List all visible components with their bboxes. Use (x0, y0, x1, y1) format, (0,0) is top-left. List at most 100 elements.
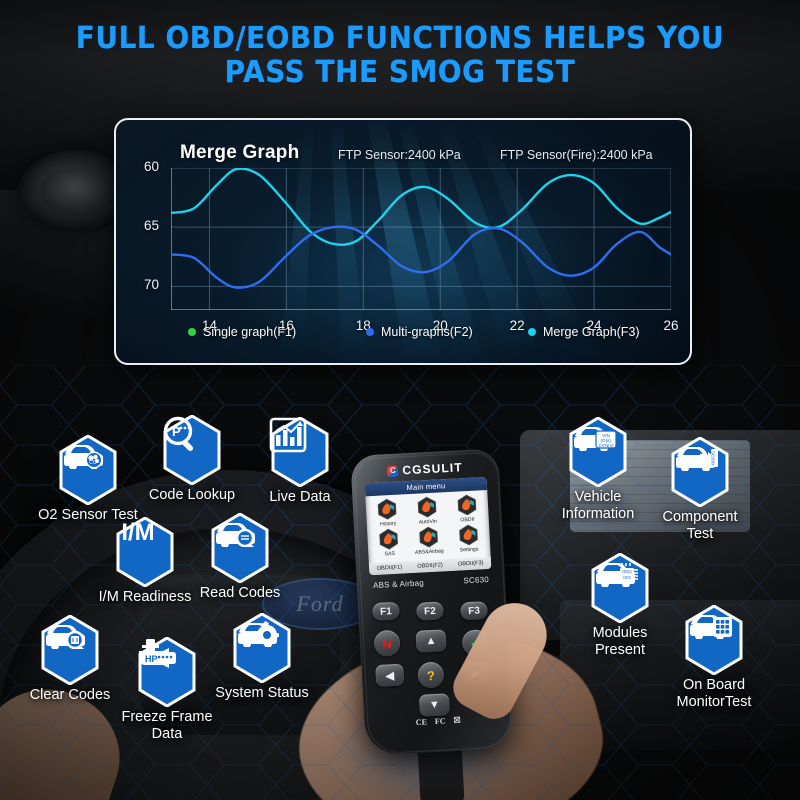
chart-line-multi-graphs-f2 (169, 225, 673, 289)
feature-component-test[interactable]: SC630 Component Test (663, 437, 737, 542)
merge-graph-panel: Merge Graph FTP Sensor:2400 kPa FTP Sens… (114, 118, 692, 365)
svg-text:P: P (172, 424, 181, 439)
legend-item-1[interactable]: Single graph(F1) (188, 325, 296, 339)
feature-system-status[interactable]: System Status (215, 613, 309, 701)
feature-im-readiness[interactable]: I/M I/M Readiness (99, 517, 191, 605)
brand-name: CGSULIT (402, 460, 464, 478)
device-mode-label: ABS & Airbag (372, 578, 425, 591)
device-menu-icon (418, 526, 439, 549)
feature-hex-on-board-monitor-test[interactable] (683, 605, 745, 675)
car-clear-icon (39, 615, 101, 685)
feature-live-data[interactable]: Live Data (269, 417, 331, 505)
device-cable (417, 746, 465, 800)
legend-dot-icon (366, 328, 374, 336)
chart-annotation-ftp-sensor-fire: FTP Sensor(Fire):2400 kPa (500, 148, 653, 162)
page-title: FULL OBD/EOBD FUNCTIONS HELPS YOU PASS T… (28, 22, 772, 90)
device-softkey[interactable]: OBDII(F2) (417, 562, 443, 569)
car-chip-icon: ID(s) ISO (589, 553, 651, 623)
device-softkey[interactable]: OBDII(F3) (458, 560, 484, 567)
feature-hex-im-readiness[interactable]: I/M (114, 517, 176, 587)
feature-hex-code-lookup[interactable]: P (161, 415, 223, 485)
device-menu-icon (377, 498, 398, 521)
legend-dot-icon (188, 328, 196, 336)
chart-line-merge-graph-f3 (169, 167, 673, 247)
legend-item-3[interactable]: Merge Graph(F3) (528, 325, 640, 339)
legend-dot-icon (528, 328, 536, 336)
legend-label: Merge Graph(F3) (543, 325, 640, 339)
feature-modules-present[interactable]: ID(s) ISO Modules Present (589, 553, 651, 658)
device-menu-icon (456, 494, 477, 517)
feature-hex-system-status[interactable] (231, 613, 293, 683)
feature-hex-modules-present[interactable]: ID(s) ISO (589, 553, 651, 623)
feature-label-system-status: System Status (215, 685, 309, 701)
key-f1[interactable]: F1 (371, 601, 400, 622)
car-arrows-icon: SC630 (669, 437, 731, 507)
device-softkey[interactable]: OBDII(F1) (377, 565, 403, 572)
device-menu-item-history[interactable]: History (368, 497, 408, 528)
car-vin-icon: VIN ID(s) CVN(s) (567, 417, 629, 487)
im-text-icon: I/M (114, 517, 176, 587)
device-menu-item-obdii[interactable]: OBDII (447, 493, 487, 524)
cert-mark-ce-icon: CE (415, 717, 428, 728)
feature-label-on-board-monitor-test: On Board MonitorTest (676, 677, 752, 710)
device-menu-icon (458, 524, 479, 547)
device-menu-icon (378, 528, 399, 551)
plot-area: 60 65 70 14 16 18 20 22 24 26 (144, 159, 679, 333)
feature-label-freeze-frame-data: Freeze Frame Data (121, 709, 213, 742)
feature-hex-read-codes[interactable] (209, 513, 271, 583)
device-menu-item-settings[interactable]: Settings (448, 523, 488, 554)
device-menu-item-autovin[interactable]: AutoVin (407, 495, 447, 526)
car-magnifier-icon (209, 513, 271, 583)
brand-logo-icon: C (387, 465, 399, 477)
y-tick-70: 70 (143, 277, 159, 293)
feature-hex-vehicle-information[interactable]: VIN ID(s) CVN(s) (567, 417, 629, 487)
y-tick-65: 65 (143, 218, 159, 234)
svg-text:HP: HP (145, 654, 158, 664)
device-menu-label: Settings (459, 546, 479, 554)
device-menu-item-sas[interactable]: SAS (369, 527, 409, 558)
chart-svg (169, 167, 673, 311)
headline-line-2: PASS THE SMOG TEST (224, 55, 576, 90)
air-vent-inner (40, 168, 116, 216)
headline-line-1: FULL OBD/EOBD FUNCTIONS HELPS YOU (75, 21, 725, 56)
key-f3[interactable]: F3 (460, 601, 488, 621)
device-menu-label: AutoVin (418, 518, 437, 526)
feature-hex-live-data[interactable] (269, 417, 331, 487)
feature-clear-codes[interactable]: Clear Codes (30, 615, 110, 703)
svg-text:CO: CO (89, 460, 97, 466)
legend-label: Multi-graphs(F2) (381, 325, 473, 339)
feature-hex-clear-codes[interactable] (39, 615, 101, 685)
car-keypad-icon (683, 605, 745, 675)
svg-text:I/M: I/M (121, 519, 154, 545)
y-tick-60: 60 (143, 159, 159, 174)
legend-label: Single graph(F1) (203, 325, 297, 339)
feature-label-read-codes: Read Codes (199, 585, 281, 601)
svg-text:ISO: ISO (623, 575, 631, 580)
key-f2[interactable]: F2 (416, 601, 444, 621)
cert-mark-fc-icon: FC (434, 716, 446, 727)
device-screen: Main menu History AutoVin OBDII SAS ABS&Airb… (364, 476, 492, 576)
key-help[interactable]: ? (417, 661, 445, 689)
device-menu-item-abs-airbag[interactable]: ABS&Airbag (409, 525, 449, 556)
feature-code-lookup[interactable]: P Code Lookup (149, 415, 235, 503)
feature-label-component-test: Component Test (662, 509, 738, 542)
key-down[interactable]: ▼ (418, 693, 450, 717)
magnifier-p-icon: P (161, 415, 223, 485)
cert-mark-weee-icon: ☒ (453, 715, 461, 726)
chart-title: Merge Graph (180, 142, 300, 163)
feature-vehicle-information[interactable]: VIN ID(s) CVN(s) Vehicle Information (562, 417, 634, 522)
key-cancel[interactable]: N (373, 629, 401, 658)
feature-hex-component-test[interactable]: SC630 (669, 437, 731, 507)
feature-on-board-monitor-test[interactable]: On Board MonitorTest (677, 605, 751, 710)
bar-chart-icon (269, 417, 331, 487)
svg-text:ID(s): ID(s) (622, 569, 632, 574)
key-left[interactable]: ◀ (375, 663, 405, 688)
feature-read-codes[interactable]: Read Codes (200, 513, 280, 601)
device-menu-label: ABS&Airbag (414, 548, 444, 556)
device-menu-grid: History AutoVin OBDII SAS ABS&Airbag Settings (365, 490, 490, 559)
marketing-banner: Ford FULL OBD/EOBD FUNCTIONS HELPS YOU P… (0, 0, 800, 800)
device-menu-icon (416, 496, 437, 519)
chart-legend: Single graph(F1) Multi-graphs(F2) Merge Gr… (116, 325, 690, 347)
key-up[interactable]: ▲ (415, 629, 447, 653)
legend-item-2[interactable]: Multi-graphs(F2) (366, 325, 473, 339)
